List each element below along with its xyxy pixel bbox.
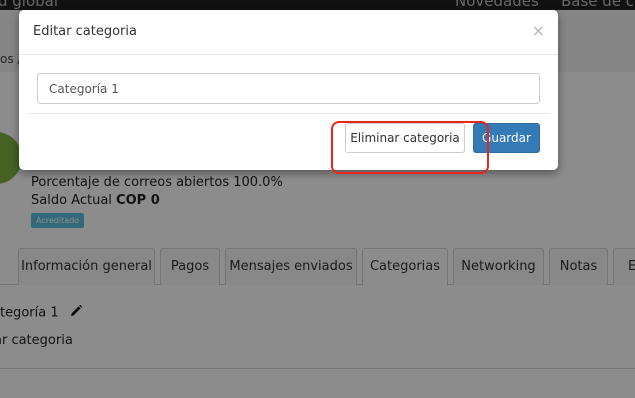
category-name-input[interactable] bbox=[37, 73, 540, 104]
edit-category-modal: Editar categoria × Eliminar categoria Gu… bbox=[19, 10, 558, 174]
highlight-annotation bbox=[331, 121, 489, 174]
close-icon[interactable]: × bbox=[532, 23, 545, 39]
modal-header: Editar categoria × bbox=[19, 10, 558, 55]
modal-divider bbox=[29, 113, 550, 114]
modal-title: Editar categoria bbox=[33, 24, 137, 39]
